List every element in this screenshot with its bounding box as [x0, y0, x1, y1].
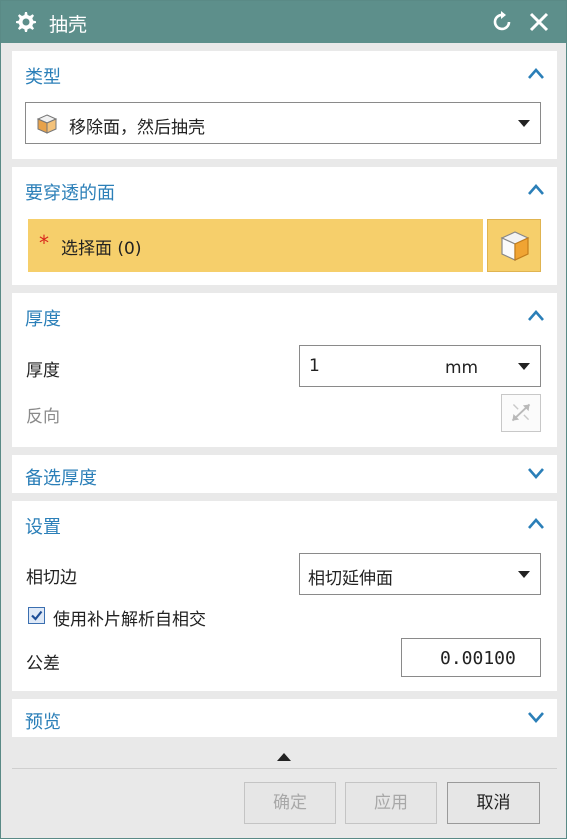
- thickness-section-title: 厚度: [25, 309, 61, 330]
- thickness-section: 厚度 厚度 1 mm 反向: [12, 293, 557, 447]
- tolerance-input[interactable]: 0.00100: [401, 638, 541, 677]
- thickness-label: 厚度: [26, 361, 60, 381]
- reverse-direction-button[interactable]: [501, 394, 541, 432]
- dialog-title: 抽壳: [49, 14, 88, 36]
- solid-box-icon: [36, 114, 58, 134]
- chevron-down-icon[interactable]: [526, 465, 546, 481]
- checkbox-checked-icon: [31, 610, 43, 621]
- dropdown-arrow-icon: [518, 571, 530, 578]
- faces-section: 要穿透的面 * 选择面 (0): [12, 167, 557, 285]
- type-dropdown-value: 移除面，然后抽壳: [69, 118, 205, 138]
- cancel-button[interactable]: 取消: [447, 782, 540, 824]
- footer-divider: [12, 768, 557, 769]
- alt-thickness-section-header[interactable]: 备选厚度: [12, 455, 557, 493]
- tolerance-label: 公差: [26, 654, 60, 674]
- thickness-input[interactable]: 1 mm: [299, 345, 541, 387]
- patch-checkbox[interactable]: [28, 607, 45, 624]
- chevron-up-icon[interactable]: [526, 515, 546, 531]
- chevron-up-icon[interactable]: [526, 307, 546, 323]
- gear-icon: [16, 12, 36, 32]
- tolerance-value: 0.00100: [440, 648, 516, 669]
- faces-section-header[interactable]: 要穿透的面: [12, 167, 557, 211]
- expand-up-button[interactable]: [274, 749, 294, 763]
- thickness-value: 1: [309, 356, 320, 376]
- dropdown-arrow-icon: [518, 120, 530, 127]
- dropdown-arrow-icon: [518, 363, 530, 370]
- alt-thickness-section-title: 备选厚度: [25, 468, 97, 489]
- expand-up-icon: [277, 753, 291, 761]
- tangent-edge-dropdown[interactable]: 相切延伸面: [299, 553, 541, 595]
- settings-section-title: 设置: [25, 517, 61, 538]
- chevron-up-icon[interactable]: [526, 65, 546, 81]
- preview-section-title: 预览: [25, 712, 61, 733]
- patch-checkbox-label[interactable]: 使用补片解析自相交: [53, 605, 206, 630]
- required-star: *: [39, 231, 49, 255]
- type-dropdown[interactable]: 移除面，然后抽壳: [25, 102, 541, 144]
- type-section-header[interactable]: 类型: [12, 51, 557, 95]
- shell-dialog: 抽壳 类型 移除面，然后抽壳 要穿透的面 * 选择面 (0) 厚度 厚度 1 m…: [0, 0, 567, 839]
- thickness-section-header[interactable]: 厚度: [12, 293, 557, 337]
- settings-section-header[interactable]: 设置: [12, 501, 557, 545]
- reverse-label: 反向: [26, 407, 60, 427]
- tangent-edge-value: 相切延伸面: [308, 569, 393, 589]
- preview-section-header[interactable]: 预览: [12, 699, 557, 737]
- settings-section: 设置 相切边 相切延伸面 使用补片解析自相交 公差 0.00100: [12, 501, 557, 691]
- close-icon[interactable]: [527, 9, 551, 35]
- ok-button[interactable]: 确定: [244, 782, 336, 824]
- type-section: 类型 移除面，然后抽壳: [12, 51, 557, 159]
- apply-button[interactable]: 应用: [345, 782, 437, 824]
- reverse-direction-icon: [511, 403, 531, 422]
- type-section-title: 类型: [25, 67, 61, 88]
- chevron-down-icon[interactable]: [526, 709, 546, 725]
- title-bar: 抽壳: [1, 1, 566, 43]
- select-face-field[interactable]: * 选择面 (0): [28, 219, 483, 272]
- alt-thickness-section: 备选厚度: [12, 455, 557, 493]
- reset-icon[interactable]: [491, 9, 515, 35]
- faces-section-title: 要穿透的面: [25, 183, 115, 204]
- thickness-unit: mm: [445, 358, 479, 378]
- chevron-up-icon[interactable]: [526, 181, 546, 197]
- face-select-button[interactable]: [487, 219, 541, 272]
- preview-section: 预览: [12, 699, 557, 737]
- select-face-label: 选择面 (0): [61, 239, 142, 259]
- cube-select-icon: [500, 231, 530, 261]
- tangent-edge-label: 相切边: [26, 568, 77, 588]
